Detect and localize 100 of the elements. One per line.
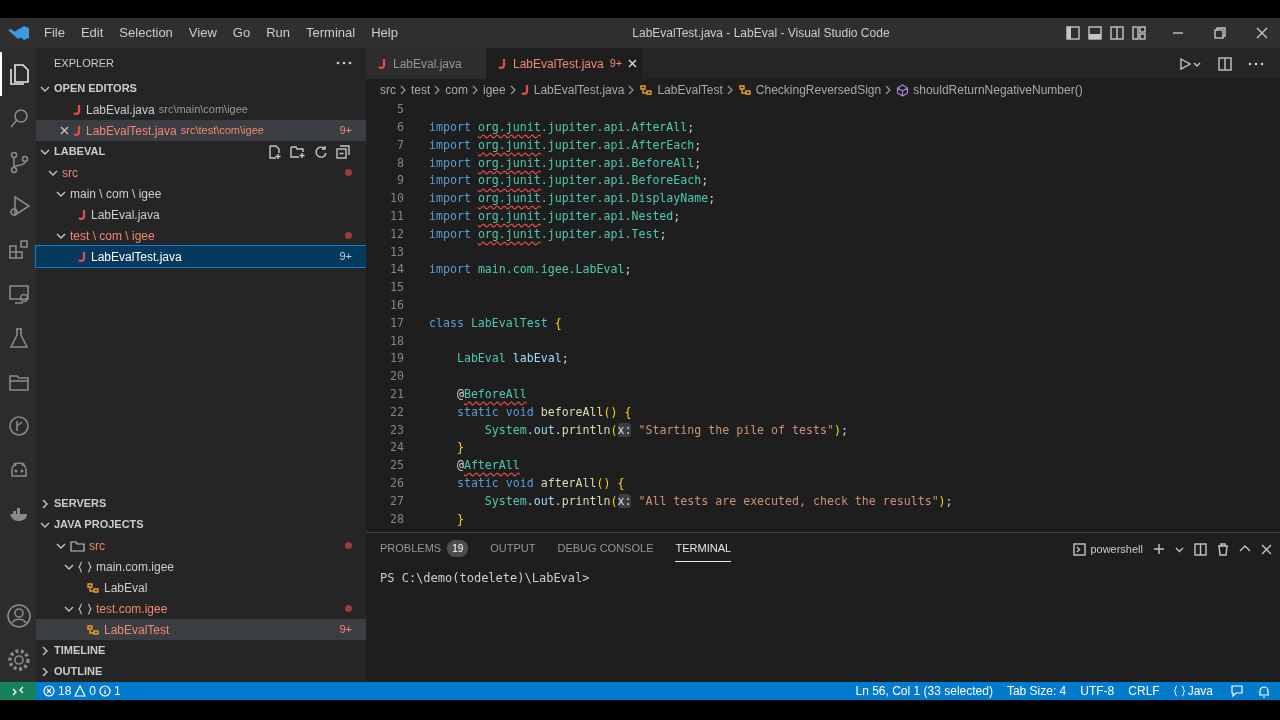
run-menu-icon[interactable] bbox=[1178, 56, 1202, 71]
chevron-right-icon[interactable] bbox=[40, 645, 50, 656]
code-line: static void beforeAll() { bbox=[455, 403, 632, 421]
refresh-icon[interactable] bbox=[314, 144, 328, 159]
status-item[interactable]: Ln 56, Col 1 (33 selected) bbox=[848, 682, 1000, 700]
tree-item[interactable]: src bbox=[36, 162, 366, 183]
java-file-icon bbox=[78, 250, 87, 263]
tree-item[interactable]: src bbox=[36, 535, 366, 556]
settings-icon[interactable] bbox=[6, 647, 32, 673]
editor-tab[interactable]: LabEval.java bbox=[366, 48, 486, 79]
tree-item[interactable]: main.com.igee bbox=[36, 556, 366, 577]
breadcrumb-item[interactable]: LabEvalTest bbox=[657, 81, 723, 99]
panel-layout-icon[interactable] bbox=[1088, 26, 1102, 40]
tree-item[interactable]: test \ com \ igee bbox=[36, 225, 366, 246]
line-number: 25 bbox=[389, 457, 404, 475]
line-number: 21 bbox=[389, 385, 404, 403]
chevron-right-icon[interactable] bbox=[40, 498, 50, 509]
extensions-icon[interactable] bbox=[7, 238, 31, 262]
editor-tab[interactable]: LabEvalTest.java 9+ bbox=[486, 48, 642, 79]
git-graph-icon[interactable] bbox=[7, 414, 31, 438]
tree-item[interactable]: LabEval.java bbox=[36, 204, 366, 225]
chevron-right-icon bbox=[434, 85, 442, 95]
breadcrumb-item[interactable]: com bbox=[445, 81, 468, 99]
open-editor-item[interactable]: LabEval.java src\main\com\igee bbox=[36, 99, 366, 120]
restore-icon[interactable] bbox=[1214, 27, 1226, 39]
run-debug-icon[interactable] bbox=[7, 194, 31, 218]
menu-item[interactable]: Run bbox=[258, 23, 298, 43]
section-header[interactable]: SERVERS bbox=[54, 495, 107, 512]
panel-tab[interactable]: DEBUG CONSOLE bbox=[557, 536, 654, 562]
menu-item[interactable]: Help bbox=[363, 23, 406, 43]
menu-item[interactable]: View bbox=[180, 23, 225, 43]
chevron-right-icon[interactable] bbox=[40, 666, 50, 677]
search-icon[interactable] bbox=[7, 106, 31, 130]
close-icon[interactable] bbox=[1261, 543, 1272, 555]
problems-status[interactable]: 18 0 1 bbox=[36, 682, 128, 700]
close-icon[interactable] bbox=[60, 126, 69, 135]
status-item[interactable]: Tab Size: 4 bbox=[999, 682, 1074, 700]
status-item[interactable]: UTF-8 bbox=[1073, 682, 1122, 700]
menu-item[interactable]: File bbox=[36, 23, 73, 43]
open-editor-item[interactable]: LabEvalTest.java src\test\com\igee 9+ bbox=[36, 120, 366, 141]
status-item[interactable]: Java bbox=[1166, 682, 1220, 700]
panel-tab[interactable]: OUTPUT bbox=[490, 536, 536, 562]
new-file-icon[interactable] bbox=[268, 144, 282, 159]
terminal-selector[interactable]: powershell bbox=[1073, 540, 1143, 558]
breadcrumb-item[interactable]: igee bbox=[483, 81, 506, 99]
section-header[interactable]: TIMELINE bbox=[54, 642, 106, 659]
item-label: LabEvalTest.java bbox=[91, 248, 182, 266]
new-folder-icon[interactable] bbox=[290, 144, 306, 159]
chevron-right-icon bbox=[726, 85, 734, 95]
feedback-icon[interactable] bbox=[1230, 685, 1244, 697]
trash-icon[interactable] bbox=[1217, 542, 1229, 556]
menu-item[interactable]: Selection bbox=[111, 23, 181, 43]
menu-item[interactable]: Go bbox=[224, 23, 259, 43]
menu-item[interactable]: Terminal bbox=[298, 23, 364, 43]
panel-tab[interactable]: PROBLEMS 19 bbox=[380, 536, 469, 562]
section-header[interactable]: OPEN EDITORS bbox=[54, 80, 137, 97]
tree-item[interactable]: main \ com \ igee bbox=[36, 183, 366, 204]
more-icon[interactable] bbox=[336, 61, 352, 65]
close-icon[interactable] bbox=[628, 59, 638, 68]
breadcrumb-item[interactable]: CheckingReversedSign bbox=[755, 81, 882, 99]
add-icon[interactable] bbox=[1153, 543, 1165, 555]
breadcrumb-item[interactable]: test bbox=[411, 81, 431, 99]
sidebar-layout-icon[interactable] bbox=[1066, 26, 1080, 40]
section-header[interactable]: JAVA PROJECTS bbox=[54, 516, 144, 533]
line-number: 23 bbox=[389, 421, 404, 439]
problem-count: 9+ bbox=[339, 123, 352, 139]
split-editor-icon[interactable] bbox=[1218, 56, 1232, 71]
split-layout-icon[interactable] bbox=[1110, 26, 1124, 40]
bell-icon[interactable] bbox=[1258, 684, 1270, 698]
tree-item[interactable]: test.com.igee bbox=[36, 598, 366, 619]
files-icon[interactable] bbox=[7, 62, 31, 86]
file-name: LabEvalTest.java bbox=[86, 122, 177, 140]
section-header[interactable]: OUTLINE bbox=[54, 663, 103, 680]
grid-layout-icon[interactable] bbox=[1132, 26, 1146, 40]
braces-icon bbox=[1173, 685, 1185, 697]
chevron-right-icon bbox=[400, 85, 407, 95]
section-header[interactable]: LABEVAL bbox=[54, 143, 106, 160]
collapse-all-icon[interactable] bbox=[336, 144, 350, 159]
line-number: 15 bbox=[389, 279, 404, 297]
panel-tab[interactable]: TERMINAL bbox=[675, 536, 732, 562]
java-file-icon bbox=[73, 124, 82, 137]
split-terminal-icon[interactable] bbox=[1194, 542, 1207, 556]
status-item[interactable]: CRLF bbox=[1121, 682, 1167, 700]
problem-count: 9+ bbox=[339, 622, 352, 638]
menu-item[interactable]: Edit bbox=[72, 23, 112, 43]
account-icon[interactable] bbox=[6, 603, 32, 629]
breadcrumb-item[interactable]: LabEvalTest.java bbox=[533, 81, 625, 99]
breadcrumb-item[interactable]: shouldReturnNegativeNumber() bbox=[913, 81, 1083, 99]
code-line: } bbox=[455, 510, 464, 528]
flask-icon[interactable] bbox=[7, 326, 31, 350]
file-name: LabEval.java bbox=[86, 101, 155, 119]
breadcrumb-item[interactable]: src bbox=[380, 81, 396, 99]
close-icon[interactable] bbox=[1256, 27, 1268, 39]
tree-item[interactable]: LabEvalTest.java 9+ bbox=[36, 246, 366, 267]
more-icon[interactable] bbox=[1248, 61, 1264, 66]
tree-item[interactable]: LabEvalTest 9+ bbox=[36, 619, 366, 640]
monitor-icon[interactable] bbox=[7, 282, 31, 306]
item-label: LabEval.java bbox=[91, 206, 160, 224]
tree-item[interactable]: LabEval bbox=[36, 577, 366, 598]
java-file-icon bbox=[498, 57, 507, 70]
